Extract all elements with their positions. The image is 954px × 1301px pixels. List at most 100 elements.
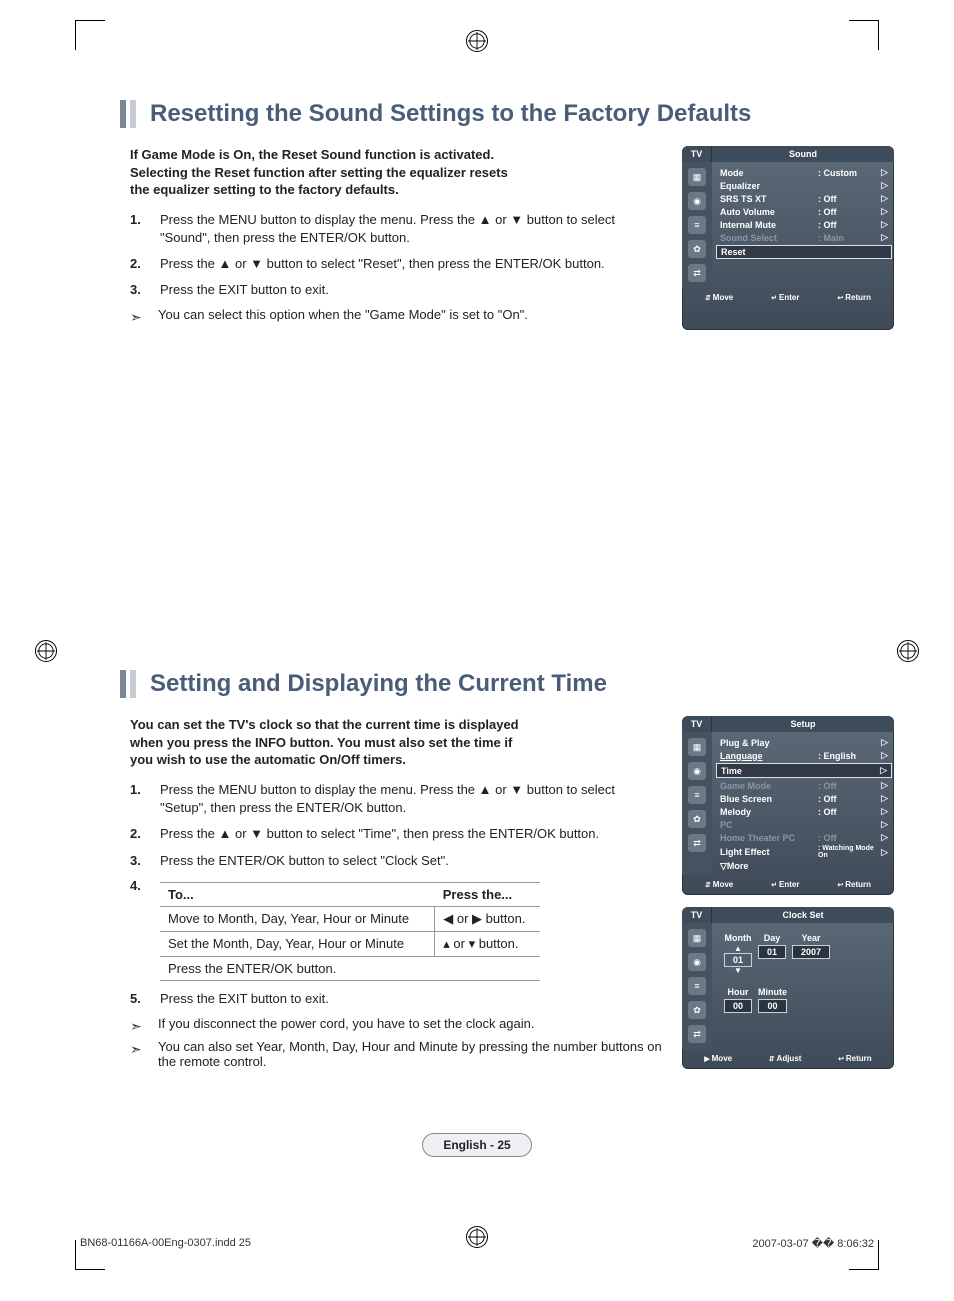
clock-field-minute: Minute00 bbox=[758, 987, 787, 1013]
input-icon: ⇄ bbox=[688, 834, 706, 852]
osd-tv-label: TV bbox=[682, 907, 712, 923]
section1-steps: Press the MENU button to display the men… bbox=[130, 211, 664, 300]
osd-row: ▽More bbox=[720, 860, 888, 873]
th-to: To... bbox=[160, 882, 435, 906]
section2-title: Setting and Displaying the Current Time bbox=[150, 670, 607, 698]
td-2-1: Set the Month, Day, Year, Hour or Minute bbox=[160, 931, 435, 956]
cropmark-bottom-left bbox=[75, 1240, 105, 1270]
cropmark-top-left bbox=[75, 20, 105, 50]
step-3: Press the EXIT button to exit. bbox=[130, 281, 664, 299]
osd-row: Home Theater PC: Off▷ bbox=[720, 831, 888, 844]
osd-clockset-menu: TV Clock Set ▦ ◉ ≡ ✿ ⇄ Month▲01▼Day01Yea… bbox=[682, 907, 894, 1069]
registration-mark-bottom bbox=[466, 1226, 488, 1248]
osd-category-icons: ▦ ◉ ≡ ✿ ⇄ bbox=[682, 732, 712, 875]
footer-move: Move bbox=[704, 1054, 732, 1063]
s2-step-2: Press the ▲ or ▼ button to select "Time"… bbox=[130, 825, 664, 843]
osd-row: Language: English▷ bbox=[720, 749, 888, 762]
s2-step-4: 4. To... Press the... Move to Month, Day… bbox=[130, 878, 664, 981]
input-icon: ⇄ bbox=[688, 1025, 706, 1043]
footer-enter: Enter bbox=[771, 880, 799, 889]
s2-step-5: 5. Press the EXIT button to exit. bbox=[130, 991, 664, 1006]
footer-return: Return bbox=[837, 293, 871, 302]
osd-tv-label: TV bbox=[682, 716, 712, 732]
footer-return: Return bbox=[838, 1054, 872, 1063]
setup-icon: ✿ bbox=[688, 810, 706, 828]
note-pointer-icon: ➣ bbox=[130, 1018, 148, 1035]
picture-icon: ▦ bbox=[688, 929, 706, 947]
title-accent-dark bbox=[120, 100, 126, 128]
setup-icon: ✿ bbox=[688, 1001, 706, 1019]
clock-field-year: Year2007 bbox=[792, 933, 830, 975]
osd-row: SRS TS XT: Off▷ bbox=[720, 192, 888, 205]
s2-step-1: Press the MENU button to display the men… bbox=[130, 781, 664, 817]
section2-steps: Press the MENU button to display the men… bbox=[130, 781, 664, 870]
osd-clock-fields: Month▲01▼Day01Year2007 Hour00Minute00 bbox=[712, 923, 894, 1049]
osd-row: Mode: Custom▷ bbox=[720, 166, 888, 179]
picture-icon: ▦ bbox=[688, 738, 706, 756]
clock-field-month: Month▲01▼ bbox=[724, 933, 752, 975]
s2-step-3: Press the ENTER/OK button to select "Clo… bbox=[130, 852, 664, 870]
section2-title-bar: Setting and Displaying the Current Time bbox=[120, 670, 894, 698]
osd-row: Reset bbox=[716, 245, 892, 259]
osd-setup-title: Setup bbox=[712, 716, 894, 732]
footer-move: Move bbox=[705, 293, 733, 302]
page-number-pill: English - 25 bbox=[422, 1133, 531, 1157]
cropmark-bottom-right bbox=[849, 1240, 879, 1270]
osd-row: Plug & Play▷ bbox=[720, 736, 888, 749]
osd-row: Time▷ bbox=[716, 763, 892, 778]
osd-footer: Move Enter Return bbox=[682, 288, 894, 304]
osd-sound-menu: TV Sound ▦ ◉ ≡ ✿ ⇄ Mode: Custom▷Equalize… bbox=[682, 146, 894, 330]
footer-adjust: Adjust bbox=[769, 1054, 802, 1063]
osd-row: Equalizer▷ bbox=[720, 179, 888, 192]
title-accent-dark bbox=[120, 670, 126, 698]
note-pointer-icon: ➣ bbox=[130, 1041, 148, 1058]
clock-field-hour: Hour00 bbox=[724, 987, 752, 1013]
channel-icon: ≡ bbox=[688, 977, 706, 995]
osd-row: Game Mode: Off▷ bbox=[720, 779, 888, 792]
osd-row: Blue Screen: Off▷ bbox=[720, 792, 888, 805]
sound-icon: ◉ bbox=[688, 953, 706, 971]
osd-setup-menu: TV Setup ▦ ◉ ≡ ✿ ⇄ Plug & Play▷Language:… bbox=[682, 716, 894, 895]
osd-row: Auto Volume: Off▷ bbox=[720, 205, 888, 218]
section1-title-bar: Resetting the Sound Settings to the Fact… bbox=[120, 100, 894, 128]
td-1-1: Move to Month, Day, Year, Hour or Minute bbox=[160, 906, 435, 931]
title-accent-light bbox=[130, 670, 136, 698]
osd-row: Internal Mute: Off▷ bbox=[720, 218, 888, 231]
step-2: Press the ▲ or ▼ button to select "Reset… bbox=[130, 255, 664, 273]
registration-mark-left bbox=[35, 640, 57, 662]
osd-row: Melody: Off▷ bbox=[720, 805, 888, 818]
channel-icon: ≡ bbox=[688, 216, 706, 234]
section-reset-sound: Resetting the Sound Settings to the Fact… bbox=[60, 100, 894, 330]
osd-row: Sound Select: Main▷ bbox=[720, 231, 888, 244]
note-pointer-icon: ➣ bbox=[130, 309, 148, 326]
print-file-name: BN68-01166A-00Eng-0307.indd 25 bbox=[80, 1237, 251, 1250]
footer-return: Return bbox=[837, 880, 871, 889]
osd-row: PC▷ bbox=[720, 818, 888, 831]
clock-field-day: Day01 bbox=[758, 933, 786, 975]
s2-note-2: ➣ You can also set Year, Month, Day, Hou… bbox=[130, 1039, 664, 1069]
td-2-2: ▴ or ▾ button. bbox=[435, 931, 540, 956]
sound-icon: ◉ bbox=[688, 192, 706, 210]
td-3-1: Press the ENTER/OK button. bbox=[160, 956, 540, 980]
sound-icon: ◉ bbox=[688, 762, 706, 780]
footer-enter: Enter bbox=[771, 293, 799, 302]
osd-setup-items: Plug & Play▷Language: English▷Time▷Game … bbox=[712, 732, 894, 875]
osd-footer: Move Adjust Return bbox=[682, 1049, 894, 1065]
osd-category-icons: ▦ ◉ ≡ ✿ ⇄ bbox=[682, 923, 712, 1049]
s2-note-1: ➣ If you disconnect the power cord, you … bbox=[130, 1016, 664, 1035]
section1-title: Resetting the Sound Settings to the Fact… bbox=[150, 100, 751, 128]
section1-note: ➣ You can select this option when the "G… bbox=[130, 307, 664, 326]
th-press: Press the... bbox=[435, 882, 540, 906]
td-1-2: ◀ or ▶ button. bbox=[435, 906, 540, 931]
section2-intro: You can set the TV's clock so that the c… bbox=[130, 716, 530, 769]
osd-category-icons: ▦ ◉ ≡ ✿ ⇄ bbox=[682, 162, 712, 288]
registration-mark-right bbox=[897, 640, 919, 662]
section1-intro: If Game Mode is On, the Reset Sound func… bbox=[130, 146, 530, 199]
picture-icon: ▦ bbox=[688, 168, 706, 186]
page-footer: English - 25 bbox=[60, 1133, 894, 1157]
osd-row: Light Effect: Watching Mode On▷ bbox=[720, 844, 888, 860]
osd-sound-title: Sound bbox=[712, 146, 894, 162]
osd-sound-items: Mode: Custom▷Equalizer▷SRS TS XT: Off▷Au… bbox=[712, 162, 894, 288]
osd-footer: Move Enter Return bbox=[682, 875, 894, 891]
channel-icon: ≡ bbox=[688, 786, 706, 804]
